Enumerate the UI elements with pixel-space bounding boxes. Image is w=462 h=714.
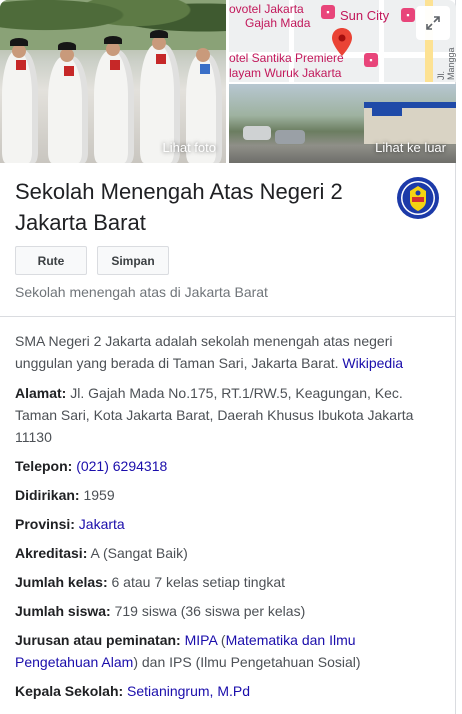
student-face (60, 48, 74, 62)
expand-icon[interactable] (416, 6, 450, 40)
map-label: otel Santika Premiere (229, 51, 344, 65)
school-photo[interactable]: Lihat foto (0, 0, 226, 163)
accreditation-label[interactable]: Akreditasi: (15, 545, 87, 561)
map-street-label: Jl. Mangga Besar (436, 47, 456, 80)
address-value: Jl. Gajah Mada No.175, RT.1/RW.5, Keagun… (15, 385, 414, 445)
province-row: Provinsi: Jakarta (15, 513, 440, 535)
hotel-poi-icon: ▪ (364, 53, 378, 67)
map-thumbnail[interactable]: ovotel Jakarta Gajah Mada ▪ Sun City ▪ o… (229, 0, 456, 82)
principal-link[interactable]: Setianingrum, M.Pd (127, 683, 250, 699)
majors-label[interactable]: Jurusan atau peminatan: (15, 632, 181, 648)
student-scarf (16, 60, 26, 70)
classes-value: 6 atau 7 kelas setiap tingkat (111, 574, 286, 590)
map-label: Gajah Mada (245, 16, 311, 30)
phone-label[interactable]: Telepon: (15, 458, 72, 474)
principal-label[interactable]: Kepala Sekolah: (15, 683, 123, 699)
wikipedia-link[interactable]: Wikipedia (342, 355, 403, 371)
student-scarf (200, 64, 210, 74)
student-cap (104, 36, 122, 44)
map-label: Sun City (340, 8, 390, 23)
hotel-poi-icon: ▪ (321, 5, 335, 19)
address-label[interactable]: Alamat: (15, 385, 66, 401)
route-button[interactable]: Rute (15, 246, 87, 275)
address-row: Alamat: Jl. Gajah Mada No.175, RT.1/RW.5… (15, 382, 440, 448)
description-text: SMA Negeri 2 Jakarta adalah sekolah mene… (15, 333, 393, 371)
mipa-link[interactable]: MIPA (185, 632, 217, 648)
student-face (152, 36, 166, 50)
street-sign (372, 106, 402, 116)
shopping-poi-icon: ▪ (401, 8, 415, 22)
founded-row: Didirikan: 1959 (15, 484, 440, 506)
title-line-2: Jakarta Barat (15, 210, 146, 235)
map-label: ovotel Jakarta (229, 2, 304, 16)
student-scarf (64, 66, 74, 76)
classes-row: Jumlah kelas: 6 atau 7 kelas setiap ting… (15, 571, 440, 593)
students-value: 719 siswa (36 siswa per kelas) (114, 603, 306, 619)
majors-rest: ) dan IPS (Ilmu Pengetahuan Sosial) (133, 654, 361, 670)
province-link[interactable]: Jakarta (79, 516, 125, 532)
save-button[interactable]: Simpan (97, 246, 169, 275)
province-label[interactable]: Provinsi: (15, 516, 75, 532)
street-car (275, 130, 305, 144)
student-cap (58, 42, 76, 50)
principal-row: Kepala Sekolah: Setianingrum, M.Pd (15, 680, 440, 702)
phone-row: Telepon: (021) 6294318 (15, 455, 440, 477)
title-line-1: Sekolah Menengah Atas Negeri 2 (15, 179, 343, 204)
accreditation-value: A (Sangat Baik) (90, 545, 188, 561)
students-row: Jumlah siswa: 719 siswa (36 siswa per ke… (15, 600, 440, 622)
description: SMA Negeri 2 Jakarta adalah sekolah mene… (15, 330, 435, 374)
student-cap (150, 30, 168, 38)
student-face (106, 42, 120, 56)
divider (0, 316, 456, 317)
students-label[interactable]: Jumlah siswa: (15, 603, 111, 619)
classes-label[interactable]: Jumlah kelas: (15, 574, 108, 590)
map-label: layam Wuruk Jakarta (229, 66, 342, 80)
founded-label[interactable]: Didirikan: (15, 487, 80, 503)
knowledge-panel: Lihat foto ovotel Jakarta Gajah Mada ▪ S… (0, 0, 456, 714)
image-strip: Lihat foto ovotel Jakarta Gajah Mada ▪ S… (0, 0, 456, 163)
street-view-thumbnail[interactable]: Lihat ke luar (229, 84, 456, 163)
look-outside-label[interactable]: Lihat ke luar (375, 140, 446, 155)
student-scarf (156, 54, 166, 64)
view-photos-label[interactable]: Lihat foto (163, 140, 217, 155)
street-car (243, 126, 271, 140)
expand-arrows-icon (426, 16, 440, 30)
founded-value: 1959 (83, 487, 115, 503)
school-logo[interactable] (396, 176, 440, 220)
phone-link[interactable]: (021) 6294318 (76, 458, 167, 474)
majors-row: Jurusan atau peminatan: MIPA (Matematika… (15, 629, 440, 673)
accreditation-row: Akreditasi: A (Sangat Baik) (15, 542, 440, 564)
student-face (196, 48, 210, 62)
map-pin-icon (332, 28, 352, 56)
page-title: Sekolah Menengah Atas Negeri 2 Jakarta B… (15, 176, 385, 238)
student-scarf (110, 60, 120, 70)
student-face (12, 44, 26, 58)
student-cap (10, 38, 28, 46)
entity-subtitle: Sekolah menengah atas di Jakarta Barat (15, 284, 268, 300)
